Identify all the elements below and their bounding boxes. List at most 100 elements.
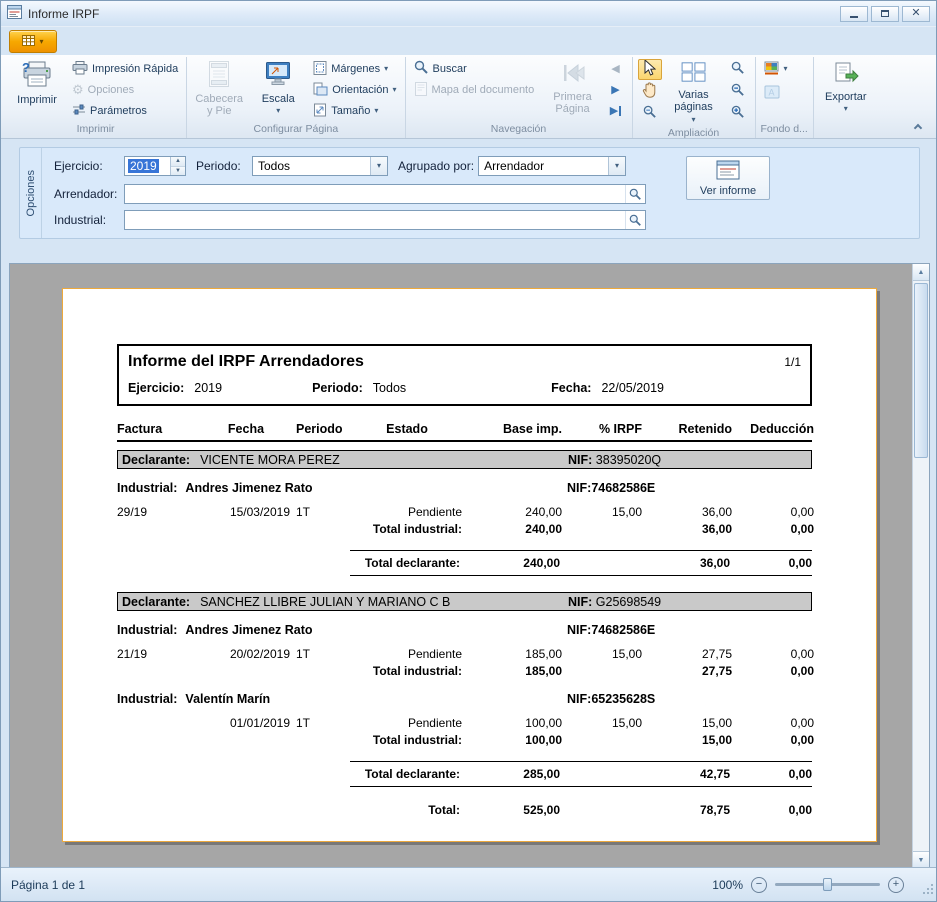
ribbon-collapse-button[interactable] (908, 118, 928, 134)
watermark-icon: A (764, 85, 780, 102)
exportar-button[interactable]: Exportar ▾ (819, 59, 873, 115)
export-icon (833, 61, 859, 89)
chevron-down-icon: ▾ (784, 65, 788, 73)
spinner-down-icon[interactable]: ▼ (171, 167, 185, 176)
total-industrial-row: Total industrial: 100,00 15,00 0,00 (117, 733, 812, 747)
zoom-button[interactable] (726, 59, 750, 80)
scroll-down-button[interactable]: ▼ (913, 851, 929, 868)
arrendador-search-button[interactable] (625, 185, 645, 203)
marca-agua-button[interactable]: A (761, 83, 791, 103)
buscar-button[interactable]: Buscar (411, 59, 541, 79)
arrendador-input[interactable] (125, 185, 625, 203)
ribbon: ? Imprimir Impresión Rápida ⚙ Opciones (1, 55, 936, 139)
minimize-button[interactable] (840, 6, 868, 22)
industrial-header: Industrial: Andres Jimenez Rato NIF:7468… (117, 623, 812, 637)
application-menu-button[interactable]: ▾ (9, 30, 57, 53)
next-page-button[interactable]: ▶ (605, 80, 627, 99)
hand-tool-button[interactable] (638, 81, 662, 102)
primera-pagina-button: Primera Página (546, 59, 600, 118)
zoom-percentage: 100% (712, 878, 743, 892)
zoom-in-button[interactable]: + (888, 877, 904, 893)
zoom-out-button[interactable]: − (751, 877, 767, 893)
window-icon (7, 5, 22, 22)
grand-total-row: Total: 525,00 78,75 0,00 (117, 799, 812, 821)
industrial-input[interactable] (125, 211, 625, 229)
mapa-documento-button: Mapa del documento (411, 80, 541, 100)
pointer-tool-button[interactable] (638, 59, 662, 80)
resize-grip[interactable] (922, 883, 934, 898)
group-label-imprimir: Imprimir (10, 122, 181, 138)
group-label-navegacion: Navegación (411, 122, 627, 138)
parametros-button[interactable]: Parámetros (69, 101, 181, 121)
informe-irpf-window: Informe IRPF ✕ ▾ ? Imprimir (0, 0, 937, 902)
last-page-button[interactable]: ▶ (605, 101, 627, 120)
report-header-box: Informe del IRPF Arrendadores 1/1 Ejerci… (117, 344, 812, 406)
group-label-fondo: Fondo d... (761, 122, 808, 138)
previous-page-button: ◀ (605, 59, 627, 78)
sliders-icon (72, 103, 86, 119)
report-title: Informe del IRPF Arrendadores (128, 353, 364, 371)
total-industrial-row: Total industrial: 185,00 27,75 0,00 (117, 664, 812, 678)
orientation-icon (313, 82, 328, 99)
search-icon (629, 188, 642, 201)
chevron-down-icon: ▾ (844, 105, 848, 113)
restore-button[interactable] (871, 6, 899, 22)
zoom-out-icon (731, 83, 745, 100)
industrial-search-button[interactable] (625, 211, 645, 229)
report-page: Informe del IRPF Arrendadores 1/1 Ejerci… (62, 288, 877, 842)
impresion-rapida-button[interactable]: Impresión Rápida (69, 59, 181, 79)
tamano-button[interactable]: Tamaño ▾ (310, 101, 399, 121)
titlebar: Informe IRPF ✕ (1, 1, 936, 27)
agrupado-value: Arrendador (479, 157, 608, 175)
scroll-up-button[interactable]: ▲ (913, 264, 929, 281)
chevron-down-icon: ▾ (392, 86, 396, 94)
vertical-scrollbar[interactable]: ▲ ▼ (912, 264, 929, 868)
arrow-down-icon: ▼ (918, 857, 925, 864)
arrow-right-icon: ▶ (611, 83, 619, 96)
chevron-down-icon: ▾ (377, 162, 381, 170)
gear-icon: ⚙ (72, 82, 84, 98)
zoom-slider[interactable] (775, 883, 880, 886)
chevron-down-icon: ▾ (276, 107, 280, 115)
group-label-configurar-pagina: Configurar Página (192, 122, 399, 138)
menu-strip: ▾ (1, 27, 936, 55)
window-title: Informe IRPF (28, 7, 99, 21)
zoom-out-button[interactable] (726, 81, 750, 102)
margins-icon (313, 61, 327, 78)
spinner-up-icon[interactable]: ▲ (171, 157, 185, 167)
zoom-in-button[interactable] (726, 103, 750, 124)
search-icon (629, 214, 642, 227)
invoice-row: 01/01/2019 1T Pendiente 100,00 15,00 15,… (117, 716, 812, 730)
quick-print-icon (72, 61, 88, 78)
escala-button[interactable]: Escala ▾ (251, 59, 305, 117)
scale-monitor-icon (264, 61, 292, 91)
zoom-slider-thumb[interactable] (823, 878, 832, 891)
periodo-dropdown[interactable]: Todos ▾ (252, 156, 388, 176)
ribbon-group-imprimir: ? Imprimir Impresión Rápida ⚙ Opciones (5, 57, 187, 138)
restore-icon (881, 10, 889, 17)
close-button[interactable]: ✕ (902, 6, 930, 22)
magnifier-tool-button[interactable] (638, 103, 662, 124)
chevron-down-icon: ▾ (374, 107, 378, 115)
last-page-icon: ▶ (610, 104, 618, 117)
magnifier-icon (643, 105, 657, 122)
report-icon (716, 160, 740, 183)
zoom-icon (731, 61, 745, 78)
svg-text:?: ? (22, 61, 30, 75)
options-panel: Opciones Ejercicio: 2019 ▲ ▼ Periodo: To… (19, 147, 920, 239)
zoom-in-icon (731, 105, 745, 122)
chevron-down-icon: ▾ (615, 162, 619, 170)
agrupado-dropdown[interactable]: Arrendador ▾ (478, 156, 626, 176)
ver-informe-button[interactable]: Ver informe (686, 156, 770, 200)
arrendador-field (124, 184, 646, 204)
margenes-button[interactable]: Márgenes ▾ (310, 59, 399, 79)
varias-paginas-button[interactable]: Varias páginas ▾ (667, 59, 721, 126)
imprimir-button[interactable]: ? Imprimir (10, 59, 64, 108)
orientacion-button[interactable]: Orientación ▾ (310, 80, 399, 100)
color-fondo-button[interactable]: ▾ (761, 59, 791, 79)
ejercicio-spinner[interactable]: 2019 ▲ ▼ (124, 156, 186, 176)
preview-area: Informe del IRPF Arrendadores 1/1 Ejerci… (9, 263, 930, 869)
options-tab[interactable]: Opciones (20, 148, 42, 238)
declarante-band: Declarante: SANCHEZ LLIBRE JULIAN Y MARI… (117, 592, 812, 611)
scrollbar-thumb[interactable] (914, 283, 928, 458)
